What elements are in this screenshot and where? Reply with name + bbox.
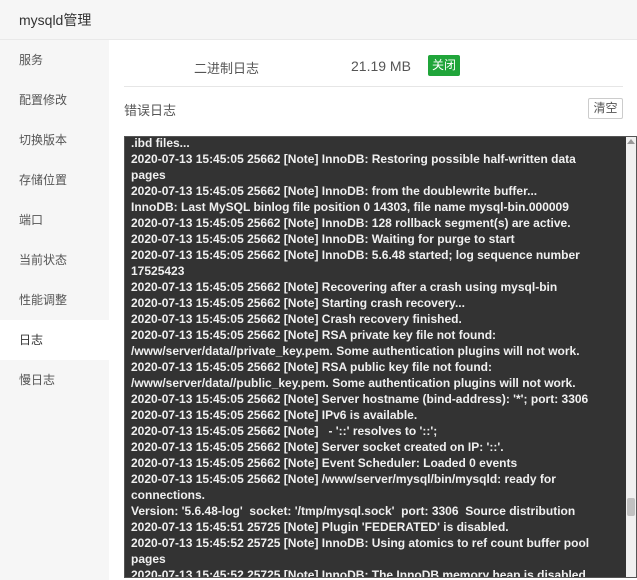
sidebar-item-log[interactable]: 日志 [0,320,109,360]
sidebar-item-performance[interactable]: 性能调整 [0,280,109,320]
scroll-thumb[interactable] [627,498,635,516]
sidebar-item-config[interactable]: 配置修改 [0,80,109,120]
error-log-textarea[interactable]: .ibd files... 2020-07-13 15:45:05 25662 … [124,136,637,578]
log-scrollbar[interactable] [626,137,636,577]
window-titlebar: mysqld管理 [0,0,637,40]
error-log-label: 错误日志 [124,103,177,118]
sidebar-item-port[interactable]: 端口 [0,200,109,240]
window-title: mysqld管理 [19,12,92,28]
sidebar-item-status[interactable]: 当前状态 [0,240,109,280]
main-panel: 二进制日志 21.19 MB 关闭 错误日志 清空 .ibd files... … [109,40,637,580]
sidebar-item-storage[interactable]: 存储位置 [0,160,109,200]
binlog-row: 二进制日志 21.19 MB 关闭 [124,40,623,87]
sidebar-item-slow-log[interactable]: 慢日志 [0,360,109,400]
binlog-label: 二进制日志 [194,61,260,76]
sidebar-item-service[interactable]: 服务 [0,40,109,80]
binlog-close-button[interactable]: 关闭 [428,55,461,76]
error-log-content: .ibd files... 2020-07-13 15:45:05 25662 … [131,136,590,578]
sidebar-item-switch-version[interactable]: 切换版本 [0,120,109,160]
scroll-up-arrow-icon[interactable] [627,139,635,144]
clear-log-button[interactable]: 清空 [588,98,623,119]
binlog-size: 21.19 MB [351,58,411,74]
sidebar: 服务 配置修改 切换版本 存储位置 端口 当前状态 性能调整 日志 慢日志 [0,40,109,580]
